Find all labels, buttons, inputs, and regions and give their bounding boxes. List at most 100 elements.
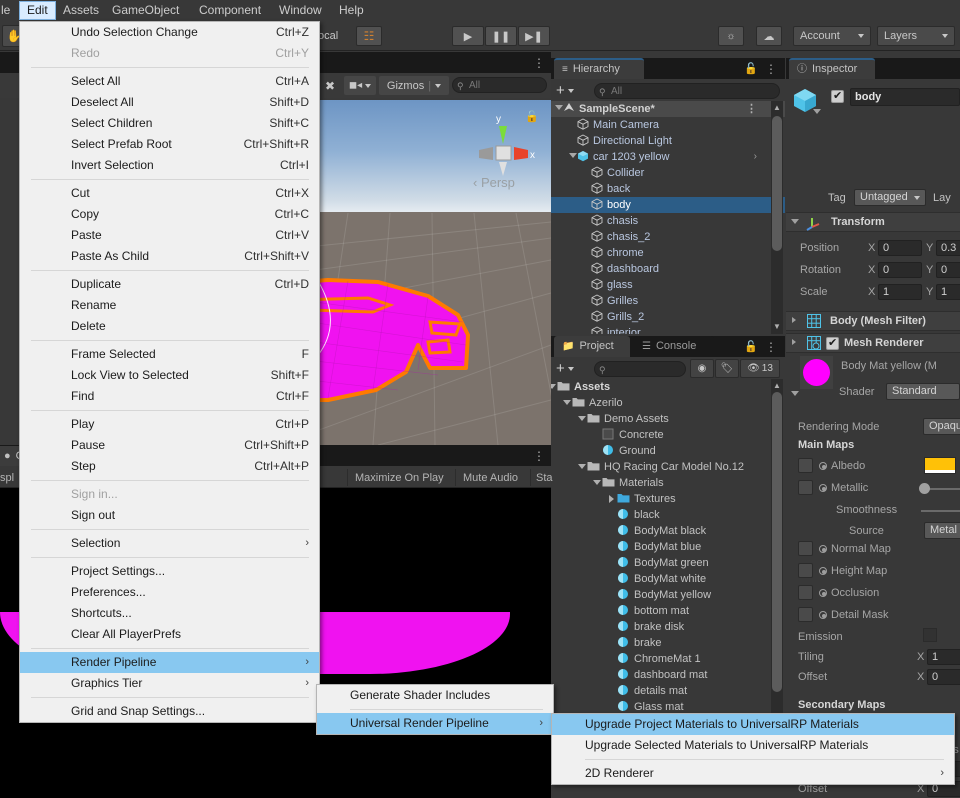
menubar-item-gameobject[interactable]: GameObject bbox=[105, 2, 186, 19]
mute-audio-toggle[interactable]: Mute Audio bbox=[455, 469, 525, 486]
hierarchy-add-button[interactable]: + bbox=[556, 82, 574, 99]
game-display-dropdown[interactable]: spl bbox=[0, 469, 14, 486]
menu-item-step[interactable]: Step Ctrl+Alt+P bbox=[20, 456, 319, 477]
project-filter-label-button[interactable]: 🏷 bbox=[715, 359, 739, 378]
project-item-chromemat-1[interactable]: ChromeMat 1 bbox=[551, 651, 785, 667]
foldout-arrow-down[interactable] bbox=[563, 400, 571, 405]
menu-item-select-all[interactable]: Select All Ctrl+A bbox=[20, 71, 319, 92]
scale-x-field[interactable]: 1 bbox=[878, 284, 922, 300]
metallic-slider-handle[interactable] bbox=[919, 483, 930, 494]
menu-item-universal-render-pipeline[interactable]: Universal Render Pipeline › bbox=[317, 713, 553, 734]
project-item-bodymat-yellow[interactable]: BodyMat yellow bbox=[551, 587, 785, 603]
render-pipeline-submenu[interactable]: Generate Shader Includes Universal Render… bbox=[316, 684, 554, 735]
object-enabled-checkbox[interactable] bbox=[831, 89, 844, 103]
project-item-bodymat-blue[interactable]: BodyMat blue bbox=[551, 539, 785, 555]
scene-camera-button[interactable]: ◼◂ bbox=[344, 76, 376, 95]
detail-mask-texture-slot[interactable] bbox=[798, 607, 813, 622]
menu-item-sign-out[interactable]: Sign out bbox=[20, 505, 319, 526]
albedo-radio-icon[interactable] bbox=[819, 462, 827, 470]
project-item-black[interactable]: black bbox=[551, 507, 785, 523]
foldout-arrow-down[interactable] bbox=[578, 416, 586, 421]
hierarchy-item-directional-light[interactable]: Directional Light bbox=[551, 133, 785, 149]
hierarchy-item-samplescene-[interactable]: SampleScene* ⋮ bbox=[551, 101, 785, 117]
menu-item-shortcuts-[interactable]: Shortcuts... bbox=[20, 603, 319, 624]
project-item-demo-assets[interactable]: Demo Assets bbox=[551, 411, 785, 427]
services-button[interactable]: ☼ bbox=[718, 26, 744, 46]
menu-item-pause[interactable]: Pause Ctrl+Shift+P bbox=[20, 435, 319, 456]
hierarchy-item-body[interactable]: body bbox=[551, 197, 785, 213]
hierarchy-item-grills-2[interactable]: Grills_2 bbox=[551, 309, 785, 325]
hierarchy-item-main-camera[interactable]: Main Camera bbox=[551, 117, 785, 133]
object-name-field[interactable]: body bbox=[850, 88, 960, 106]
transform-foldout-arrow[interactable] bbox=[791, 219, 799, 224]
project-item-details-mat[interactable]: details mat bbox=[551, 683, 785, 699]
menu-item-select-children[interactable]: Select Children Shift+C bbox=[20, 113, 319, 134]
mesh-renderer-foldout-arrow[interactable] bbox=[792, 339, 796, 345]
account-dropdown[interactable]: Account bbox=[793, 26, 871, 46]
height-map-texture-slot[interactable] bbox=[798, 563, 813, 578]
tab-hierarchy[interactable]: ≡ Hierarchy bbox=[554, 58, 644, 79]
normal-map-radio-icon[interactable] bbox=[819, 545, 827, 553]
scene-view[interactable]: y x 🔓 ‹ Persp bbox=[318, 100, 551, 445]
menu-item-sign-in-[interactable]: Sign in... bbox=[20, 484, 319, 505]
gizmos-button[interactable]: Gizmos | bbox=[379, 76, 449, 95]
menu-item-frame-selected[interactable]: Frame Selected F bbox=[20, 344, 319, 365]
hierarchy-item-chasis-2[interactable]: chasis_2 bbox=[551, 229, 785, 245]
albedo-texture-slot[interactable] bbox=[798, 458, 813, 473]
shader-dropdown[interactable]: Standard bbox=[886, 383, 960, 400]
smoothness-slider[interactable] bbox=[921, 510, 960, 512]
pause-button[interactable]: ❚❚ bbox=[485, 26, 517, 46]
menubar-item-assets[interactable]: Assets bbox=[56, 2, 106, 19]
menu-item-lock-view-to-selected[interactable]: Lock View to Selected Shift+F bbox=[20, 365, 319, 386]
hierarchy-item-dashboard[interactable]: dashboard bbox=[551, 261, 785, 277]
hierarchy-scroll-up-arrow[interactable]: ▲ bbox=[773, 103, 781, 112]
menu-item-deselect-all[interactable]: Deselect All Shift+D bbox=[20, 92, 319, 113]
project-tree[interactable]: Assets Azerilo Demo Assets Concrete Ground HQ… bbox=[551, 379, 785, 719]
project-item-brake-disk[interactable]: brake disk bbox=[551, 619, 785, 635]
menu-item-select-prefab-root[interactable]: Select Prefab Root Ctrl+Shift+R bbox=[20, 134, 319, 155]
menu-item-clear-all-playerprefs[interactable]: Clear All PlayerPrefs bbox=[20, 624, 319, 645]
hierarchy-scrollbar-thumb[interactable] bbox=[772, 116, 782, 251]
position-x-field[interactable]: 0 bbox=[878, 240, 922, 256]
pivot-rotation-toggle[interactable]: ocal bbox=[318, 26, 350, 46]
menu-item-redo[interactable]: Redo Ctrl+Y bbox=[20, 43, 319, 64]
occlusion-texture-slot[interactable] bbox=[798, 585, 813, 600]
menu-item-paste[interactable]: Paste Ctrl+V bbox=[20, 225, 319, 246]
project-search-input[interactable]: ⚲ bbox=[594, 361, 686, 377]
scene-persp-label[interactable]: ‹ Persp bbox=[473, 175, 515, 190]
hierarchy-item-car-1203-yellow[interactable]: car 1203 yellow › bbox=[551, 149, 785, 165]
offset-x-field[interactable]: 0 bbox=[927, 669, 960, 685]
edit-menu[interactable]: Undo Selection Change Ctrl+Z Redo Ctrl+Y Sel… bbox=[19, 21, 320, 723]
menubar-item-le[interactable]: le bbox=[0, 2, 17, 19]
step-button[interactable]: ▶❚ bbox=[518, 26, 550, 46]
foldout-arrow-down[interactable] bbox=[578, 464, 586, 469]
menu-item-duplicate[interactable]: Duplicate Ctrl+D bbox=[20, 274, 319, 295]
menu-item-invert-selection[interactable]: Invert Selection Ctrl+I bbox=[20, 155, 319, 176]
hierarchy-item-glass[interactable]: glass bbox=[551, 277, 785, 293]
project-menu-icon[interactable]: ⋮ bbox=[765, 340, 777, 354]
hierarchy-item-interior[interactable]: interior bbox=[551, 325, 785, 334]
tab-console[interactable]: ☰ Console bbox=[634, 336, 714, 357]
rendering-mode-dropdown[interactable]: Opaqu bbox=[923, 418, 960, 435]
mesh-renderer-enabled-checkbox[interactable] bbox=[826, 336, 839, 350]
snap-grid-button[interactable]: ☷ bbox=[356, 26, 382, 46]
scene-kebab-menu-icon[interactable]: ⋮ bbox=[746, 101, 757, 117]
scene-lock-icon[interactable]: 🔓 bbox=[525, 110, 539, 123]
metallic-texture-slot[interactable] bbox=[798, 480, 813, 495]
menu-item-delete[interactable]: Delete bbox=[20, 316, 319, 337]
rotation-y-field[interactable]: 0 bbox=[936, 262, 960, 278]
menu-item-copy[interactable]: Copy Ctrl+C bbox=[20, 204, 319, 225]
hierarchy-item-collider[interactable]: Collider bbox=[551, 165, 785, 181]
position-y-field[interactable]: 0.3 bbox=[936, 240, 960, 256]
menu-item-selection[interactable]: Selection › bbox=[20, 533, 319, 554]
detail-mask-radio-icon[interactable] bbox=[819, 611, 827, 619]
menubar-item-help[interactable]: Help bbox=[332, 2, 371, 19]
menubar-item-component[interactable]: Component bbox=[192, 2, 268, 19]
hierarchy-scroll-down-arrow[interactable]: ▼ bbox=[773, 322, 781, 331]
tab-project[interactable]: 📁 Project bbox=[554, 336, 630, 357]
material-foldout-arrow[interactable] bbox=[791, 391, 799, 396]
menu-item-2d-renderer[interactable]: 2D Renderer › bbox=[552, 763, 954, 784]
menubar-item-edit[interactable]: Edit bbox=[19, 1, 56, 20]
menu-item-cut[interactable]: Cut Ctrl+X bbox=[20, 183, 319, 204]
hierarchy-item-grilles[interactable]: Grilles bbox=[551, 293, 785, 309]
